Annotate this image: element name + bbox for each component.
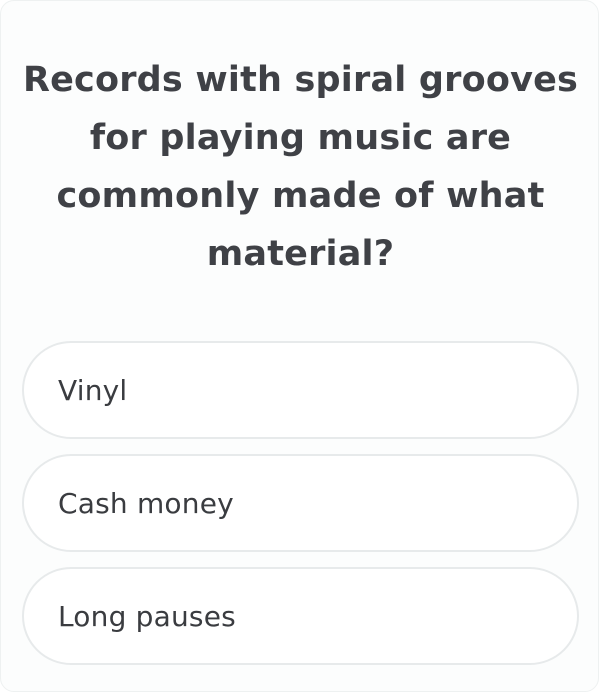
answer-option-long-pauses[interactable]: Long pauses [22,567,579,665]
answer-option-cash-money[interactable]: Cash money [22,454,579,552]
answer-option-vinyl[interactable]: Vinyl [22,341,579,439]
quiz-question: Records with spiral grooves for playing … [22,60,579,274]
quiz-card: Records with spiral grooves for playing … [0,0,599,692]
answer-label: Vinyl [58,373,128,407]
answer-label: Long pauses [58,599,236,633]
answer-label: Cash money [58,486,234,520]
answer-list: Vinyl Cash money Long pauses [22,341,579,680]
